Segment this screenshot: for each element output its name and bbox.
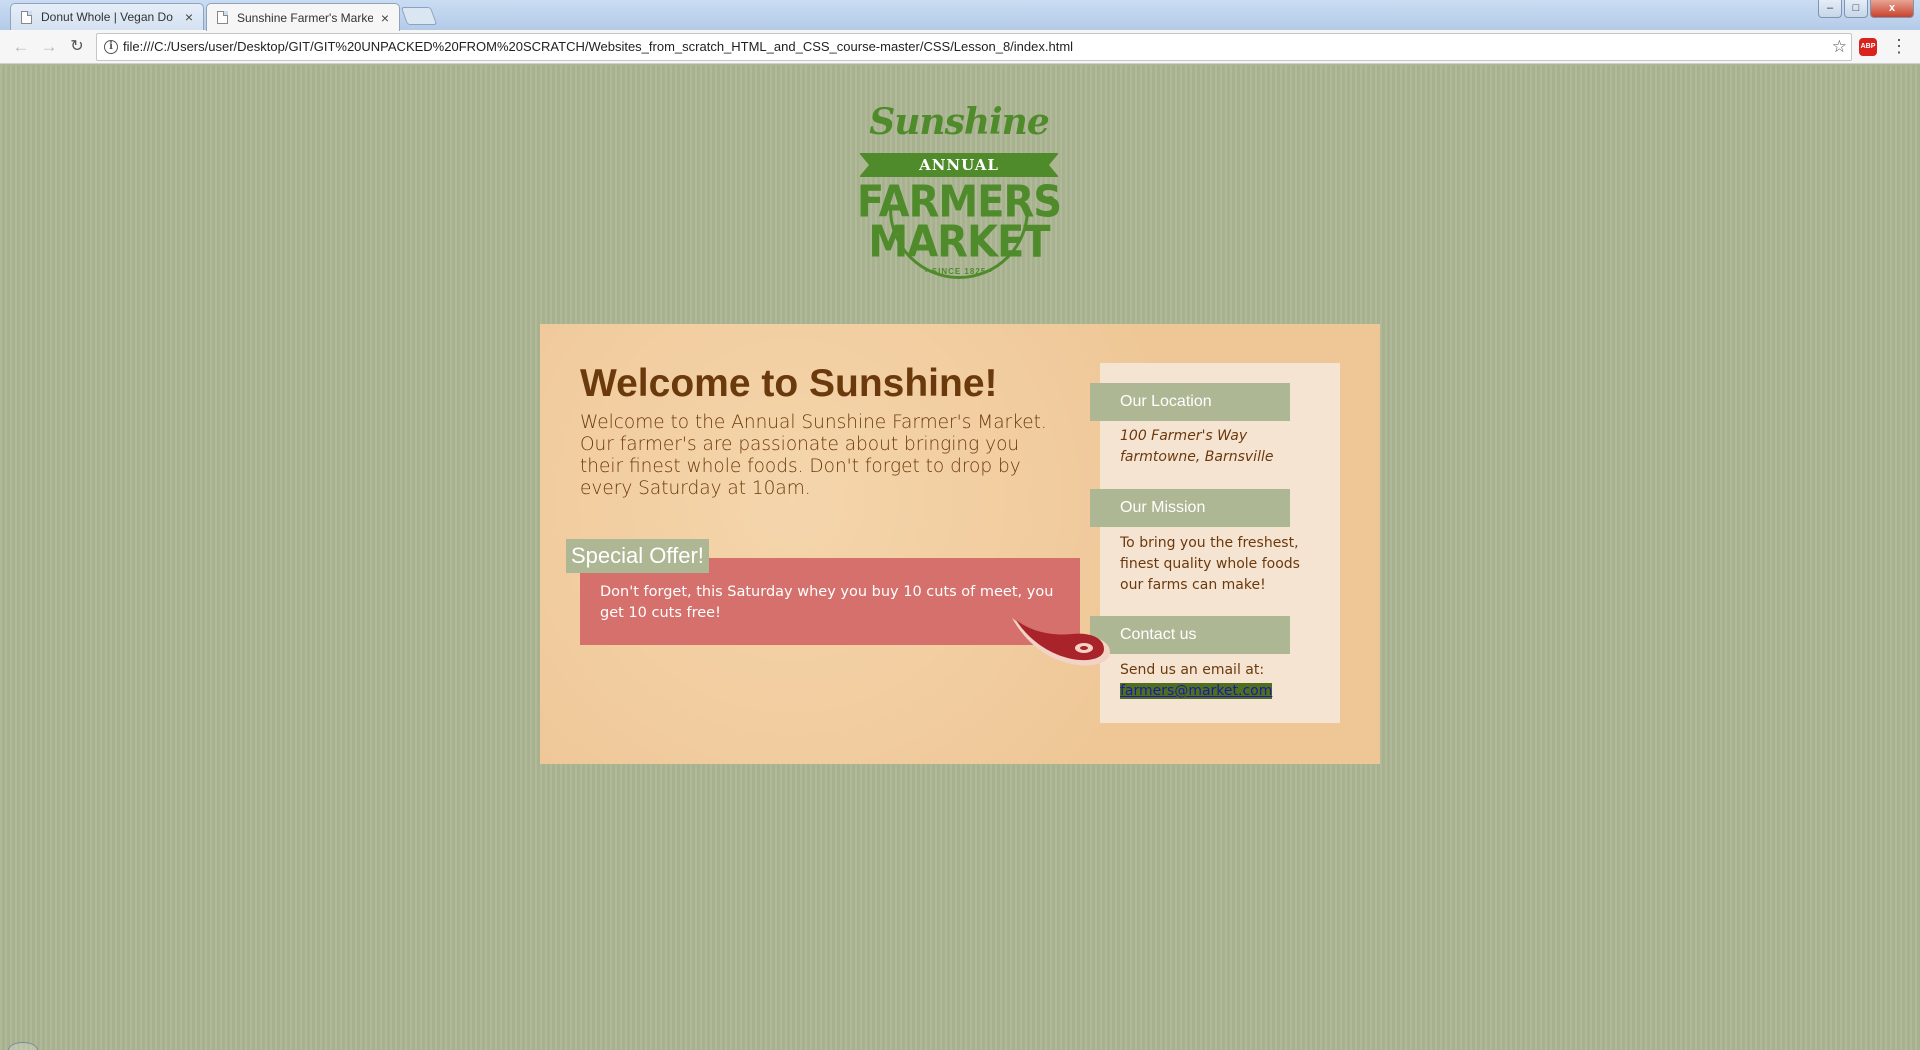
adblock-icon[interactable]: ABP bbox=[1859, 38, 1877, 56]
address-line-2: farmtowne, Barnsville bbox=[1120, 449, 1274, 465]
tab-title: Donut Whole | Vegan Do bbox=[41, 10, 173, 24]
address-bar[interactable]: i file:///C:/Users/user/Desktop/GIT/GIT%… bbox=[96, 33, 1852, 61]
mission-text: To bring you the freshest, finest qualit… bbox=[1120, 535, 1300, 593]
status-indicator bbox=[8, 1042, 38, 1050]
main-card: Welcome to Sunshine! Welcome to the Annu… bbox=[540, 324, 1380, 764]
logo-script: Sunshine bbox=[869, 101, 1050, 143]
location-heading: Our Location bbox=[1090, 383, 1290, 421]
maximize-button[interactable]: □ bbox=[1844, 0, 1868, 18]
bookmark-star-icon[interactable]: ☆ bbox=[1832, 34, 1847, 60]
page-icon bbox=[21, 10, 32, 24]
minimize-button[interactable]: – bbox=[1818, 0, 1842, 18]
tab-title: Sunshine Farmer's Marke bbox=[237, 10, 373, 25]
tab-sunshine-farmers-market[interactable]: Sunshine Farmer's Marke × bbox=[206, 3, 400, 31]
logo-since: · SINCE 1825 · bbox=[924, 267, 994, 276]
reload-button[interactable]: ↻ bbox=[66, 36, 88, 58]
address-line-1: 100 Farmer's Way bbox=[1120, 428, 1248, 444]
location-address: 100 Farmer's Way farmtowne, Barnsville bbox=[1120, 426, 1325, 468]
new-tab-button[interactable] bbox=[400, 7, 438, 25]
back-button[interactable]: ← bbox=[10, 36, 32, 58]
close-tab-icon[interactable]: × bbox=[183, 9, 195, 25]
info-icon[interactable]: i bbox=[104, 40, 118, 54]
contact-body: Send us an email at: farmers@market.com bbox=[1120, 660, 1325, 702]
logo-ribbon: ANNUAL bbox=[859, 153, 1059, 177]
page-icon bbox=[217, 11, 228, 24]
url-text: file:///C:/Users/user/Desktop/GIT/GIT%20… bbox=[123, 39, 1074, 54]
mission-heading: Our Mission bbox=[1090, 489, 1290, 527]
special-offer-text: Don't forget, this Saturday whey you buy… bbox=[600, 584, 1054, 621]
browser-titlebar: Donut Whole | Vegan Do × Sunshine Farmer… bbox=[0, 0, 1920, 31]
info-sidebar: Our Location 100 Farmer's Way farmtowne,… bbox=[1090, 363, 1340, 723]
contact-heading: Contact us bbox=[1090, 616, 1290, 654]
close-tab-icon[interactable]: × bbox=[379, 10, 391, 26]
browser-toolbar: ← → ↻ i file:///C:/Users/user/Desktop/GI… bbox=[0, 30, 1920, 64]
steak-icon bbox=[1012, 618, 1110, 666]
close-window-button[interactable]: x bbox=[1870, 0, 1914, 18]
forward-button[interactable]: → bbox=[38, 36, 60, 58]
tab-donut-whole[interactable]: Donut Whole | Vegan Do × bbox=[10, 3, 204, 30]
page-viewport: Sunshine ANNUAL FARMERS MARKET · SINCE 1… bbox=[0, 65, 1920, 1050]
logo-line-market: MARKET bbox=[868, 216, 1050, 268]
market-logo: Sunshine ANNUAL FARMERS MARKET · SINCE 1… bbox=[856, 101, 1062, 285]
page-title: Welcome to Sunshine! bbox=[580, 362, 998, 405]
contact-text: Send us an email at: bbox=[1120, 662, 1265, 678]
window-controls: – □ x bbox=[1818, 0, 1914, 18]
browser-menu-icon[interactable]: ⋮ bbox=[1890, 36, 1908, 58]
special-offer-label: Special Offer! bbox=[566, 539, 709, 573]
welcome-text: Welcome to the Annual Sunshine Farmer's … bbox=[580, 412, 1047, 499]
email-link[interactable]: farmers@market.com bbox=[1120, 683, 1273, 699]
